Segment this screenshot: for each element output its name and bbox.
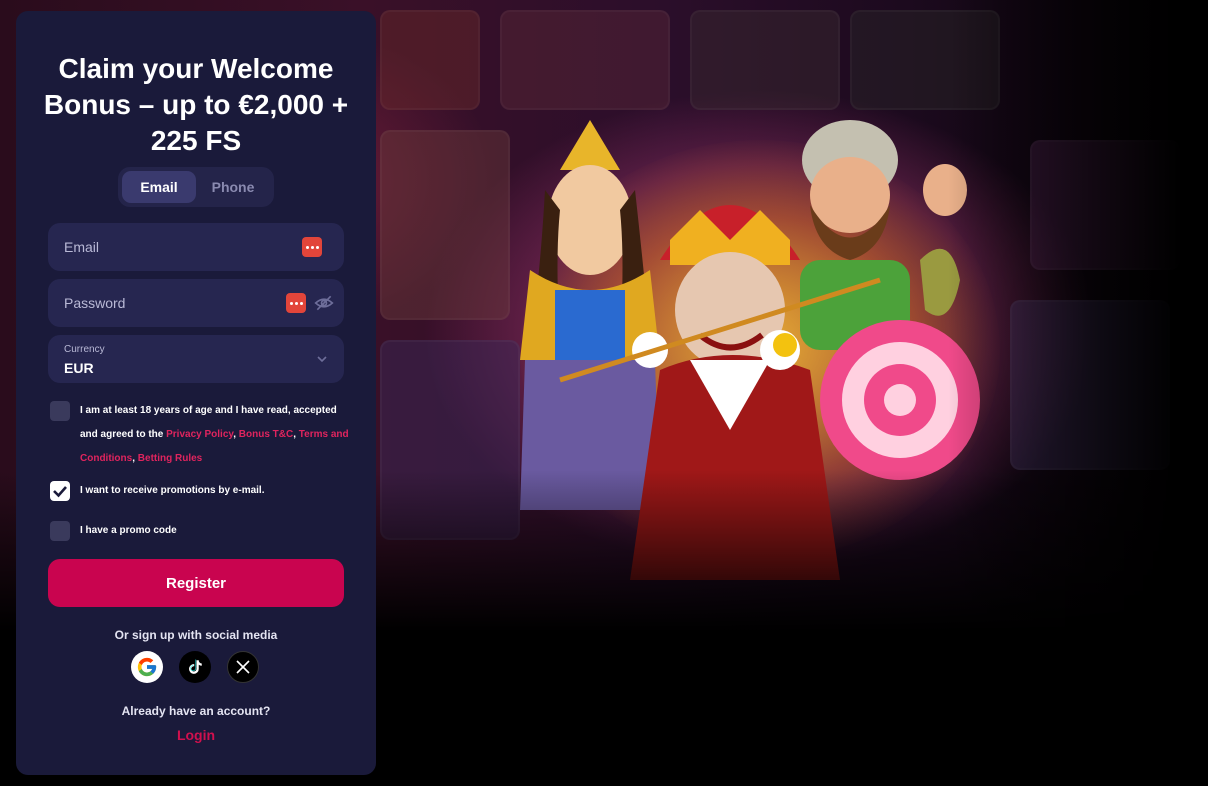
social-signup-title: Or sign up with social media xyxy=(114,628,278,642)
tab-email[interactable]: Email xyxy=(122,171,196,203)
age-terms-checkbox[interactable] xyxy=(50,401,70,421)
queen-figure xyxy=(520,120,660,510)
privacy-policy-link[interactable]: Privacy Policy xyxy=(166,429,233,440)
signup-method-tabs: Email Phone xyxy=(118,167,274,207)
register-button[interactable]: Register xyxy=(48,559,344,607)
x-signup-button[interactable] xyxy=(227,651,259,683)
google-signup-button[interactable] xyxy=(131,651,163,683)
password-manager-icon[interactable] xyxy=(286,293,306,313)
currency-label: Currency xyxy=(64,344,105,355)
fisherman-figure xyxy=(800,120,967,350)
x-icon xyxy=(236,660,250,674)
chevron-down-icon xyxy=(317,356,327,363)
age-terms-text: I am at least 18 years of age and I have… xyxy=(80,405,349,464)
promotions-checkbox[interactable] xyxy=(50,481,70,501)
currency-select[interactable]: Currency EUR xyxy=(48,335,344,383)
game-tile xyxy=(380,10,480,110)
email-field-wrapper xyxy=(48,223,344,271)
promo-code-label: I have a promo code xyxy=(80,525,177,536)
password-manager-icon[interactable] xyxy=(302,237,322,257)
tiktok-icon xyxy=(189,659,202,674)
promo-code-checkbox[interactable] xyxy=(50,521,70,541)
checkmark-icon xyxy=(53,486,67,498)
google-icon xyxy=(137,657,157,677)
tiktok-signup-button[interactable] xyxy=(179,651,211,683)
game-tile xyxy=(500,10,670,110)
password-field-wrapper xyxy=(48,279,344,327)
game-tile xyxy=(380,130,510,320)
registration-panel: Claim your Welcome Bonus – up to €2,000 … xyxy=(16,11,376,775)
existing-account-text: Already have an account? xyxy=(121,704,271,718)
currency-value: EUR xyxy=(64,360,94,376)
eye-off-icon[interactable] xyxy=(314,293,334,313)
hero-fade xyxy=(948,0,1208,640)
bonus-terms-link[interactable]: Bonus T&C xyxy=(239,429,293,440)
game-tile xyxy=(690,10,840,110)
tab-phone[interactable]: Phone xyxy=(196,171,270,203)
login-link[interactable]: Login xyxy=(16,727,376,743)
email-field[interactable] xyxy=(48,223,344,271)
promotions-label: I want to receive promotions by e-mail. xyxy=(80,485,265,496)
betting-rules-link[interactable]: Betting Rules xyxy=(138,453,202,464)
page-title: Claim your Welcome Bonus – up to €2,000 … xyxy=(43,53,349,156)
